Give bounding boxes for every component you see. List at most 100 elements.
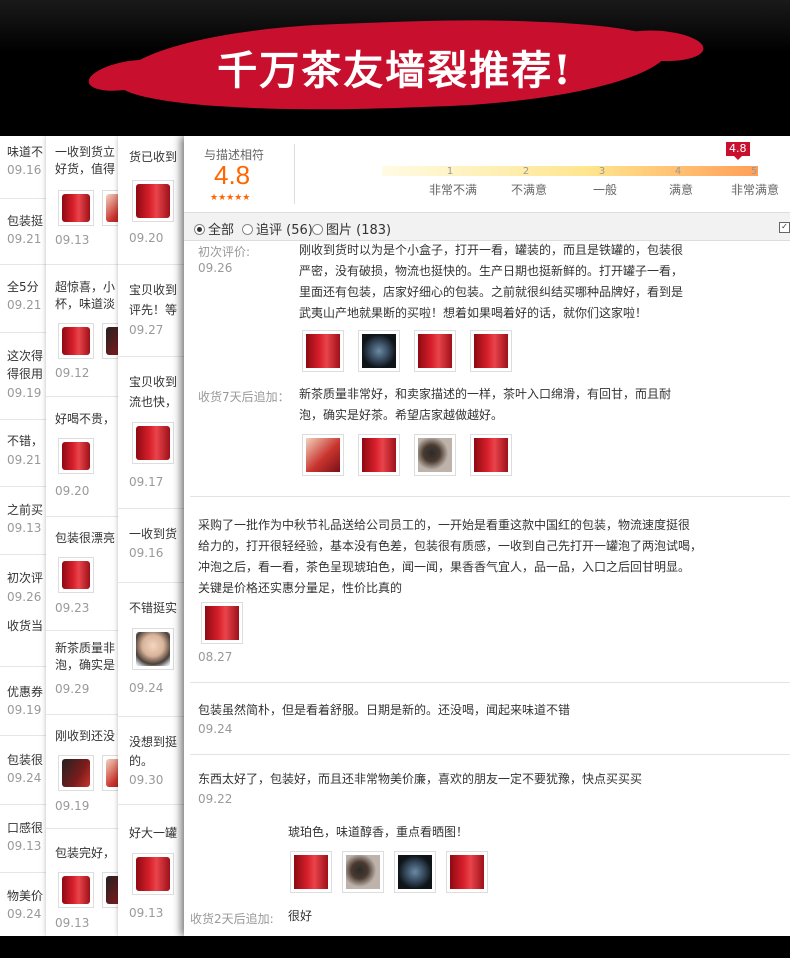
review-date: 09.16 xyxy=(129,546,164,560)
review-date: 09.21 xyxy=(7,232,42,246)
review-text: 包装虽然简朴，但是看着舒服。日期是新的。还没喝，闻起来味道不错 xyxy=(198,703,571,717)
review-photo[interactable] xyxy=(58,557,94,593)
rating-tick: 2 xyxy=(522,166,530,177)
review-snippet: 全5分 xyxy=(7,280,39,294)
followup-label: 收货7天后追加： xyxy=(198,390,290,404)
review-photo[interactable] xyxy=(358,434,400,476)
review-snippet: 杯，味道淡 xyxy=(55,297,116,311)
filter-pictures[interactable]: 图片 (183) xyxy=(312,219,391,238)
filter-all[interactable]: 全部 xyxy=(194,219,234,238)
review-photo[interactable] xyxy=(132,628,174,670)
review-snippet: 口感很 xyxy=(7,821,44,835)
review-date: 09.26 xyxy=(7,590,42,604)
review-snippet: 包装完好， xyxy=(55,846,116,860)
review-date: 09.13 xyxy=(55,233,90,247)
review-line: 给力的，打开很轻经验，基本没有色差，包装很有质感，一收到自己先打开一罐泡了两泡试… xyxy=(198,539,703,553)
review-date: 09.19 xyxy=(7,386,42,400)
review-snippet: 好大一罐 xyxy=(129,826,178,840)
review-date: 09.20 xyxy=(55,484,90,498)
review-photo[interactable] xyxy=(201,602,243,644)
rating-level-label: 非常不满 xyxy=(428,183,477,197)
review-photo[interactable] xyxy=(414,434,456,476)
divider xyxy=(190,496,790,497)
review-date: 09.23 xyxy=(55,601,90,615)
followup-label: 收货2天后追加: xyxy=(190,912,274,926)
review-photo[interactable] xyxy=(58,438,94,474)
rating-level-label: 一般 xyxy=(592,183,617,197)
rating-level-label: 非常满意 xyxy=(730,183,779,197)
review-snippet: 包装挺 xyxy=(7,214,44,228)
review-snippet: 优惠券 xyxy=(7,685,44,699)
review-date: 09.19 xyxy=(55,799,90,813)
review-snippet: 宝贝收到 xyxy=(129,375,178,389)
review-photo[interactable] xyxy=(132,180,174,222)
review-photo[interactable] xyxy=(302,330,344,372)
review-snippet: 新茶质量非 xyxy=(55,641,116,655)
rating-tick: 4 xyxy=(674,166,682,177)
review-photo[interactable] xyxy=(470,330,512,372)
rating-score: 4.8 xyxy=(214,160,251,190)
filter-followup-label: 追评 (56) xyxy=(256,223,313,238)
review-line: 武夷山产地就果断的买啦！想着如果喝着好的话，就你们这家啦！ xyxy=(299,306,648,320)
review-line: 泡，确实是好茶。希望店家越做越好。 xyxy=(299,408,504,422)
review-date: 09.13 xyxy=(129,906,164,920)
review-photo[interactable] xyxy=(132,853,174,895)
rating-level-label: 不满意 xyxy=(510,183,547,197)
review-snippet: 好货，值得 xyxy=(55,162,116,176)
review-panel: 与描述相符 4.8 ★★★★★ 4.8 1 2 3 4 5 非常不满 不满意 一… xyxy=(184,136,790,936)
review-line: 采购了一批作为中秋节礼品送给公司员工的，一开始是看重这款中国红的包装，物流速度挺… xyxy=(198,518,691,532)
review-line: 冲泡之后，看一看，茶色呈现琥珀色，闻一闻，果香香气宜人，品一品，入口之后回甘明显… xyxy=(198,560,691,574)
review-date: 08.27 xyxy=(198,650,233,664)
review-line: 里面还有包装，店家好细心的包装。之前就很纠结买哪种品牌好，看到是 xyxy=(299,285,684,299)
banner: 千万茶友墙裂推荐! xyxy=(0,0,790,132)
review-snippet: 之前买 xyxy=(7,503,44,517)
review-photo[interactable] xyxy=(58,323,94,359)
review-photo[interactable] xyxy=(470,434,512,476)
review-photo[interactable] xyxy=(58,755,94,791)
review-date: 09.29 xyxy=(55,682,90,696)
review-photo[interactable] xyxy=(342,851,384,893)
review-snippet: 没想到挺 xyxy=(129,735,178,749)
review-snippet: 得很用 xyxy=(7,367,44,381)
review-photo[interactable] xyxy=(58,872,94,908)
followup-text: 琥珀色，味道醇香，重点看晒图！ xyxy=(288,825,469,839)
review-photo[interactable] xyxy=(132,422,174,464)
followup-text: 新茶质量非常好，和卖家描述的一样，茶叶入口绵滑，有回甘，而且耐 泡，确实是好茶。… xyxy=(299,384,787,426)
review-snippet: 这次得 xyxy=(7,349,44,363)
review-date: 09.24 xyxy=(7,771,42,785)
review-snippet: 一收到货 xyxy=(129,527,178,541)
review-date: 09.26 xyxy=(198,261,233,275)
review-photo[interactable] xyxy=(358,330,400,372)
review-date: 09.13 xyxy=(7,521,42,535)
radio-selected-icon[interactable] xyxy=(194,224,205,235)
review-snippet: 的。 xyxy=(129,754,154,768)
radio-icon[interactable] xyxy=(312,224,323,235)
review-photo[interactable] xyxy=(446,851,488,893)
review-snippet: 好喝不贵， xyxy=(55,412,116,426)
review-photo[interactable] xyxy=(302,434,344,476)
review-date: 09.13 xyxy=(55,916,90,930)
review-snippet: 一收到货立 xyxy=(55,145,116,159)
initial-review-label: 初次评价: xyxy=(198,245,251,259)
review-date: 09.22 xyxy=(198,792,233,806)
review-snippet: 泡，确实是 xyxy=(55,658,116,672)
review-photo[interactable] xyxy=(58,190,94,226)
review-snippet: 初次评 xyxy=(7,571,44,585)
review-photo[interactable] xyxy=(394,851,436,893)
radio-icon[interactable] xyxy=(242,224,253,235)
rating-tick: 3 xyxy=(598,166,606,177)
review-snippet: 包装很 xyxy=(7,753,44,767)
filter-followup[interactable]: 追评 (56) xyxy=(242,219,313,238)
review-date: 09.19 xyxy=(7,703,42,717)
review-snippet: 宝贝收到 xyxy=(129,283,178,297)
filter-pictures-label: 图片 (183) xyxy=(326,223,392,238)
review-snippet: 评先！等 xyxy=(129,303,178,317)
review-date: 09.30 xyxy=(129,773,164,787)
rating-stars: ★★★★★ xyxy=(210,193,251,203)
checkbox-icon[interactable]: ✓ xyxy=(779,222,790,233)
review-snippet: 不错挺实 xyxy=(129,601,178,615)
review-photo[interactable] xyxy=(290,851,332,893)
banner-title: 千万茶友墙裂推荐! xyxy=(217,47,573,94)
review-photo[interactable] xyxy=(414,330,456,372)
review-date: 09.16 xyxy=(7,163,42,177)
